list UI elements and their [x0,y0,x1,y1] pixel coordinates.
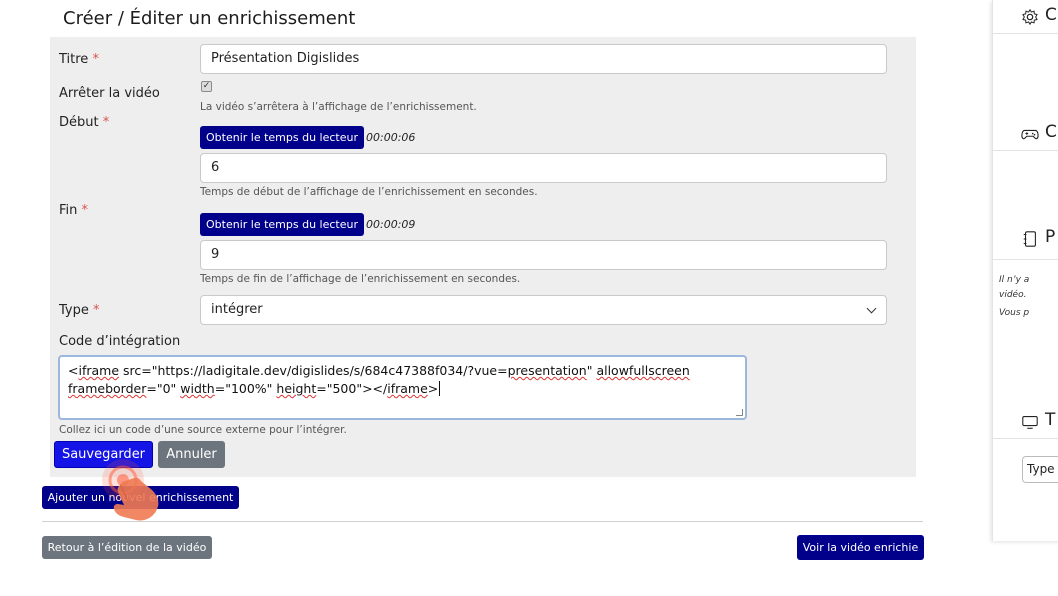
cancel-button[interactable]: Annuler [158,441,225,468]
monitor-icon [1022,416,1038,429]
sidebar-note-text: Il n’y a [999,275,1030,285]
end-time-help: Temps de fin de l’affichage de l’enrichi… [200,273,521,285]
gamepad-icon [1021,129,1039,140]
start-label: Début * [59,115,109,130]
get-end-time-button[interactable]: Obtenir le temps du lecteur [200,213,364,236]
gear-icon [1022,8,1038,26]
embed-code-line-1: <iframe src="https://ladigitale.dev/digi… [68,363,690,378]
embed-code-label: Code d’intégration [59,334,181,349]
start-label-text: Début [59,115,99,130]
required-mark: * [81,203,89,218]
end-time-input[interactable]: 9 [200,240,887,270]
embed-code-textarea[interactable]: <iframe src="https://ladigitale.dev/digi… [58,355,747,420]
sidebar-section-notes[interactable]: P [993,222,1058,256]
end-label-text: Fin [59,203,78,218]
sidebar-type-select[interactable]: Type [1022,456,1058,483]
start-player-time: 00:00:06 [366,131,416,144]
type-select-value: intégrer [211,302,263,317]
end-player-time: 00:00:09 [366,218,416,231]
view-enriched-video-button[interactable]: Voir la vidéo enrichie [797,535,924,560]
sidebar-section-settings[interactable]: C [993,0,1058,34]
save-button[interactable]: Sauvegarder [54,441,153,468]
right-sidebar: C C P Il n’y a vidéo. Vous p T Type [992,0,1058,541]
type-select[interactable]: intégrer [200,295,887,325]
required-mark: * [102,115,110,130]
sidebar-section-notes-label: P [1045,227,1056,247]
divider [42,521,923,522]
required-mark: * [93,303,100,318]
stop-video-label: Arrêter la vidéo [59,86,160,101]
get-start-time-button[interactable]: Obtenir le temps du lecteur [200,126,364,149]
start-time-input[interactable]: 6 [200,153,887,183]
stop-video-help: La vidéo s’arrêtera à l’affichage de l’e… [200,101,477,113]
notebook-icon [1023,231,1036,247]
end-label: Fin * [59,203,88,218]
chevron-down-icon [866,303,877,314]
title-label-text: Titre [59,52,89,67]
sidebar-section-transcript-label: T [1045,410,1056,430]
page-title: Créer / Éditer un enrichissement [63,8,356,29]
type-label: Type * [59,303,100,318]
sidebar-section-interactive-label: C [1045,122,1057,142]
type-label-text: Type [59,303,89,318]
add-enrichment-button[interactable]: Ajouter un nouvel enrichissement [42,486,239,509]
sidebar-note-text: Vous p [999,308,1030,318]
stop-video-checkbox[interactable]: ✓ [201,81,212,92]
sidebar-section-interactive[interactable]: C [993,117,1058,151]
divider [993,259,1058,260]
title-input[interactable]: Présentation Digislides [200,44,887,74]
resize-handle[interactable] [736,409,743,416]
title-label: Titre * [59,52,99,67]
embed-code-help: Collez ici un code d’une source externe … [59,424,347,436]
sidebar-section-transcript[interactable]: T [993,405,1058,439]
start-time-help: Temps de début de l’affichage de l’enric… [200,186,538,198]
back-to-video-edit-button[interactable]: Retour à l’édition de la vidéo [42,536,212,559]
sidebar-section-settings-label: C [1045,5,1057,25]
sidebar-note-text: vidéo. [999,290,1027,300]
required-mark: * [92,52,99,67]
embed-code-line-2: frameborder="0" width="100%" height="500… [68,381,441,396]
